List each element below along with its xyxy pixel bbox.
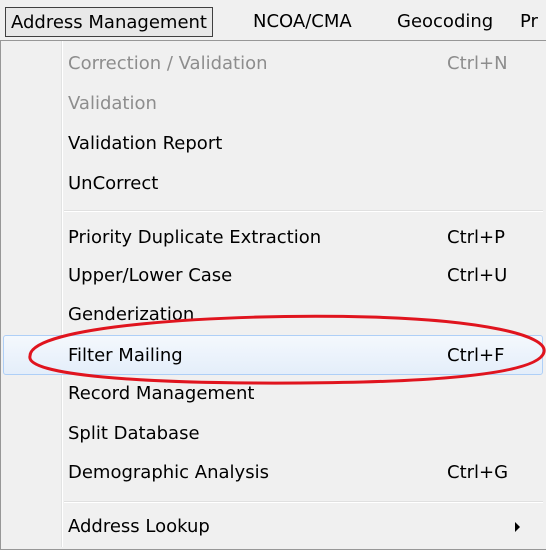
menu-item-label: Record Management — [68, 383, 255, 404]
menu-item-label: Validation — [68, 93, 157, 114]
menu-item-label: Demographic Analysis — [68, 462, 269, 483]
menu-separator — [64, 501, 543, 503]
menu-item-shortcut: Ctrl+N — [447, 53, 508, 74]
menu-item-validation-report[interactable]: Validation Report — [3, 124, 543, 164]
menu-item-label: Upper/Lower Case — [68, 265, 233, 286]
menu-item-address-lookup[interactable]: Address Lookup — [3, 507, 543, 547]
menu-item-label: Address Lookup — [68, 516, 210, 537]
menu-item-shortcut: Ctrl+P — [447, 227, 505, 248]
menu-bar: Address Management NCOA/CMA Geocoding Pr — [0, 0, 546, 44]
menu-item-shortcut: Ctrl+G — [447, 462, 509, 483]
menu-item-label: Validation Report — [68, 133, 223, 154]
menu-item-uncorrect[interactable]: UnCorrect — [3, 164, 543, 204]
menu-address-management[interactable]: Address Management — [5, 7, 213, 37]
menu-item-shortcut: Ctrl+F — [447, 345, 505, 366]
menu-item-label: Split Database — [68, 423, 200, 444]
submenu-arrow-icon — [515, 522, 520, 532]
menu-item-split-database[interactable]: Split Database — [3, 414, 543, 454]
menu-item-genderization[interactable]: Genderization — [3, 295, 543, 335]
menu-item-validation[interactable]: Validation — [3, 84, 543, 124]
menu-geocoding[interactable]: Geocoding — [392, 7, 498, 37]
menu-item-priority-duplicate-extraction[interactable]: Priority Duplicate Extraction Ctrl+P — [3, 218, 543, 258]
menu-pr-truncated[interactable]: Pr — [515, 7, 543, 37]
menu-separator — [64, 210, 543, 212]
menu-ncoa-cma[interactable]: NCOA/CMA — [248, 7, 357, 37]
menu-item-shortcut: Ctrl+U — [447, 265, 508, 286]
menu-item-correction-validation[interactable]: Correction / Validation Ctrl+N — [3, 44, 543, 84]
menu-item-label: Filter Mailing — [68, 345, 183, 366]
menu-item-label: Priority Duplicate Extraction — [68, 227, 322, 248]
menu-item-label: Genderization — [68, 304, 195, 325]
menu-item-label: UnCorrect — [68, 173, 159, 194]
menu-item-record-management[interactable]: Record Management — [3, 374, 543, 414]
menu-item-label: Correction / Validation — [68, 53, 268, 74]
menu-item-demographic-analysis[interactable]: Demographic Analysis Ctrl+G — [3, 453, 543, 493]
menu-item-upper-lower-case[interactable]: Upper/Lower Case Ctrl+U — [3, 256, 543, 296]
menu-item-filter-mailing[interactable]: Filter Mailing Ctrl+F — [3, 335, 543, 375]
